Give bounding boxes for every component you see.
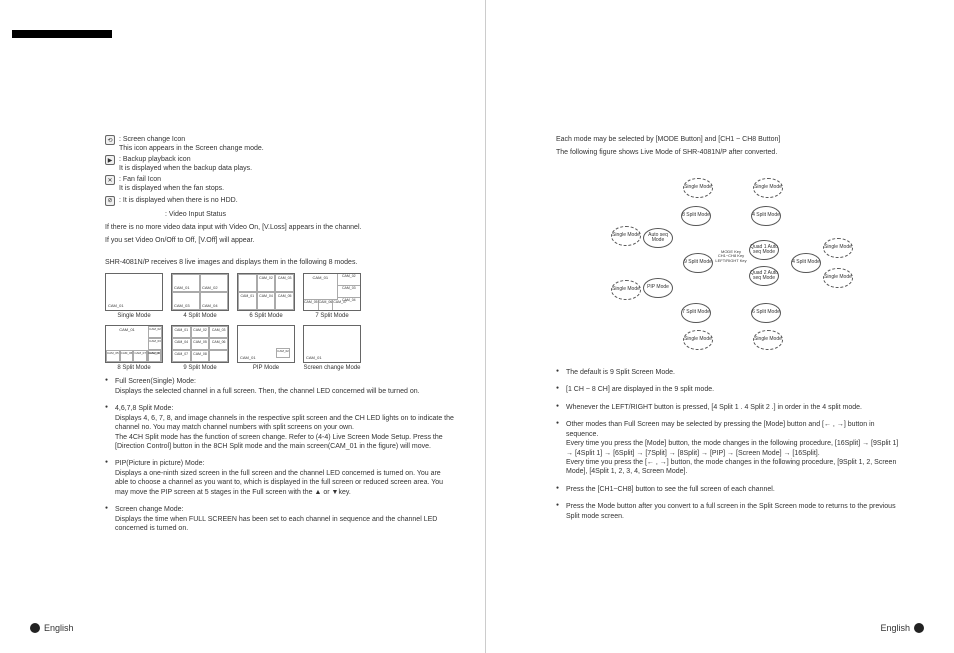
bullet-text: Whenever the LEFT/RIGHT button is presse… — [566, 404, 862, 411]
icon-label: Screen change Icon — [123, 136, 185, 143]
icon-desc: It is displayed when the fan stops. — [119, 185, 224, 192]
icon-label: Backup playback icon — [123, 156, 191, 163]
icon-desc: It is displayed when the backup data pla… — [119, 165, 252, 172]
diag-node-single-r2: Single Mode — [823, 268, 853, 288]
bullet-body: Displays a one-ninth sized screen in the… — [115, 470, 443, 496]
screen-change-icon: ⟲ — [105, 135, 115, 145]
list-item: Full Screen(Single) Mode: Displays the s… — [105, 377, 455, 396]
bullet-text: Press the [CH1~CH8] button to see the fu… — [566, 486, 775, 493]
hdd-icon: ⊘ — [105, 196, 115, 206]
diag-node-single-l2: Single Mode — [611, 280, 641, 300]
diag-node-single-l1: Single Mode — [611, 226, 641, 246]
list-item: [1 CH ~ 8 CH] are displayed in the 9 spl… — [556, 385, 906, 394]
footer-text: English — [44, 623, 74, 633]
modes-intro: SHR-4081N/P receives 8 live images and d… — [105, 258, 455, 267]
diag-node-6split: 6 Split Mode — [751, 303, 781, 323]
bullet-title: PIP(Picture in picture) Mode: — [115, 460, 204, 467]
left-page: ⟲ : Screen change Icon This icon appears… — [0, 0, 485, 653]
icon-desc: This icon appears in the Screen change m… — [119, 145, 264, 152]
mode-8split: CAM_02 CAM_03 CAM_04 CAM_01 CAM_05 CAM_0… — [105, 325, 163, 371]
list-item: Press the Mode button after you convert … — [556, 502, 906, 521]
bullet-text: Other modes than Full Screen may be sele… — [566, 421, 898, 475]
mode-label: Single Mode — [105, 313, 163, 319]
mode-label: 8 Split Mode — [105, 365, 163, 371]
diag-node-single-rbot: Single Mode — [753, 330, 783, 350]
diag-key-label: MODE Key CH1~CH8 Key LEFT/RIGHT Key — [713, 250, 749, 263]
list-item: Whenever the LEFT/RIGHT button is presse… — [556, 403, 906, 412]
bullet-title: Screen change Mode: — [115, 506, 184, 513]
list-item: PIP(Picture in picture) Mode: Displays a… — [105, 459, 455, 497]
mode-grid-row1: CAM_01 Single Mode CAM_01CAM_02CAM_03CAM… — [105, 273, 455, 319]
video-status-line1: If there is no more video data input wit… — [105, 223, 455, 232]
mode-4split: CAM_01CAM_02CAM_03CAM_04 4 Split Mode — [171, 273, 229, 319]
bullet-body: Displays 4, 6, 7, 8, and image channels … — [115, 415, 454, 450]
list-item: Other modes than Full Screen may be sele… — [556, 420, 906, 477]
list-item: The default is 9 Split Screen Mode. — [556, 368, 906, 377]
video-status-heading: : Video Input Status — [165, 210, 455, 219]
page-dot-icon — [30, 623, 40, 633]
diag-node-8split: 8 Split Mode — [681, 206, 711, 226]
mode-grid-row2: CAM_02 CAM_03 CAM_04 CAM_01 CAM_05 CAM_0… — [105, 325, 455, 371]
icon-row-backup: ▶ : Backup playback icon It is displayed… — [105, 155, 455, 173]
icon-row-fan: ✕ : Fan fail Icon It is displayed when t… — [105, 175, 455, 193]
footer-right: English — [880, 623, 924, 633]
diag-node-single-r1: Single Mode — [823, 238, 853, 258]
diag-node-single-rtop: Single Mode — [753, 178, 783, 198]
list-item: 4,6,7,8 Split Mode: Displays 4, 6, 7, 8,… — [105, 404, 455, 451]
mode-label: Screen change Mode — [303, 365, 361, 371]
bullet-text: Press the Mode button after you convert … — [566, 503, 896, 519]
mode-label: 7 Split Mode — [303, 313, 361, 319]
diag-node-quad1: Quad 1 Auto seq Mode — [749, 240, 779, 260]
bullet-body: Displays the time when FULL SCREEN has b… — [115, 516, 437, 532]
bullet-title: Full Screen(Single) Mode: — [115, 378, 196, 385]
list-item: Press the [CH1~CH8] button to see the fu… — [556, 485, 906, 494]
document-spread: ⟲ : Screen change Icon This icon appears… — [0, 0, 954, 653]
list-item: Screen change Mode: Displays the time wh… — [105, 505, 455, 533]
diag-node-single-bot: Single Mode — [683, 330, 713, 350]
mode-screen-change: CAM_01 Screen change Mode — [303, 325, 361, 371]
mode-9split: CAM_01CAM_02CAM_03CAM_04CAM_05CAM_06CAM_… — [171, 325, 229, 371]
diag-node-quad2: Quad 2 Auto seq Mode — [749, 266, 779, 286]
right-page: Each mode may be selected by [MODE Butto… — [486, 0, 954, 653]
mode-single: CAM_01 Single Mode — [105, 273, 163, 319]
mode-label: 4 Split Mode — [171, 313, 229, 319]
fan-icon: ✕ — [105, 175, 115, 185]
icon-desc: It is displayed when there is no HDD. — [123, 197, 238, 204]
mode-label: 9 Split Mode — [171, 365, 229, 371]
bullet-body: Displays the selected channel in a full … — [115, 388, 420, 395]
icon-label: Fan fail Icon — [123, 176, 161, 183]
right-bullet-list: The default is 9 Split Screen Mode. [1 C… — [556, 368, 906, 521]
bullet-text: [1 CH ~ 8 CH] are displayed in the 9 spl… — [566, 386, 714, 393]
diag-node-auto: Auto seq Mode — [643, 228, 673, 248]
diag-node-7split: 7 Split Mode — [681, 303, 711, 323]
mode-state-diagram: 9 Split Mode Quad 1 Auto seq Mode Quad 2… — [591, 168, 871, 358]
mode-7split: CAM_01 CAM_02 CAM_03 CAM_04 CAM_05 CAM_0… — [303, 273, 361, 319]
backup-icon: ▶ — [105, 155, 115, 165]
diag-node-pip: PIP Mode — [643, 278, 673, 298]
mode-label: 6 Split Mode — [237, 313, 295, 319]
diag-node-single-top: Single Mode — [683, 178, 713, 198]
mode-pip: CAM_01 CAM_02 PIP Mode — [237, 325, 295, 371]
icon-row-hdd: ⊘ : It is displayed when there is no HDD… — [105, 196, 455, 206]
diag-node-4split-r2: 4 Split Mode — [791, 253, 821, 273]
mode-label: PIP Mode — [237, 365, 295, 371]
right-intro-1: Each mode may be selected by [MODE Butto… — [556, 135, 906, 144]
footer-text: English — [880, 623, 910, 633]
diag-node-9split: 9 Split Mode — [683, 253, 713, 273]
mode-description-list: Full Screen(Single) Mode: Displays the s… — [105, 377, 455, 533]
diag-node-4split-r: 4 Split Mode — [751, 206, 781, 226]
page-dot-icon — [914, 623, 924, 633]
icon-row-screen-change: ⟲ : Screen change Icon This icon appears… — [105, 135, 455, 153]
mode-6split: CAM_02CAM_03CAM_01CAM_04CAM_05 6 Split M… — [237, 273, 295, 319]
bullet-text: The default is 9 Split Screen Mode. — [566, 369, 675, 376]
video-status-line2: If you set Video On/Off to Off, [V.Off] … — [105, 236, 455, 245]
footer-left: English — [30, 623, 74, 633]
right-intro-2: The following figure shows Live Mode of … — [556, 148, 906, 157]
cam-label: CAM_01 — [106, 274, 162, 310]
bullet-title: 4,6,7,8 Split Mode: — [115, 405, 173, 412]
